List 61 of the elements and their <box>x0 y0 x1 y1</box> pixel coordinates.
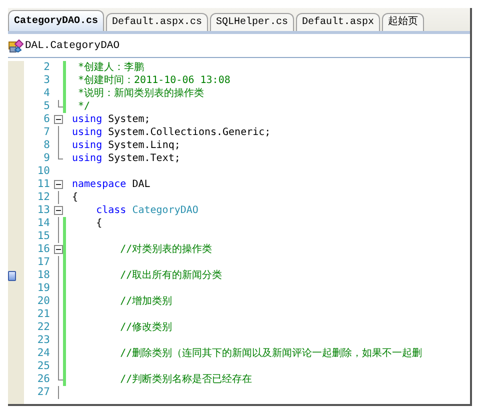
line-number: 9 <box>42 152 50 165</box>
line-number: 15 <box>36 230 50 243</box>
line-number: 20 <box>36 295 50 308</box>
line-number: 18 <box>36 269 50 282</box>
code-comment: */ <box>77 101 90 112</box>
line-number: 8 <box>42 139 50 152</box>
code-text: System.Linq; <box>107 140 180 151</box>
code-keyword: using <box>72 153 102 164</box>
collapse-icon[interactable] <box>54 204 63 217</box>
code-text: { <box>72 192 78 203</box>
collapse-icon[interactable] <box>54 243 63 256</box>
code-text: DAL <box>131 179 150 190</box>
code-comment: //删除类别（连同其下的新闻以及新闻评论一起删除，如果不一起删 <box>119 348 422 359</box>
collapse-icon[interactable] <box>54 178 63 191</box>
line-number: 4 <box>42 87 50 100</box>
code-comment: *创建人：李鹏 <box>77 62 144 73</box>
line-number: 5 <box>42 100 50 113</box>
class-icon <box>8 39 24 53</box>
file-tab[interactable]: 起始页 <box>382 13 424 31</box>
code-keyword: using <box>72 114 102 125</box>
code-keyword: using <box>72 127 102 138</box>
code-comment: //取出所有的新闻分类 <box>119 270 222 281</box>
file-tab[interactable]: Default.aspx.cs <box>106 13 208 31</box>
line-number: 23 <box>36 334 50 347</box>
class-dropdown[interactable]: DAL.CategoryDAO <box>8 39 120 53</box>
line-number: 25 <box>36 360 50 373</box>
file-tab[interactable]: Default.aspx <box>296 13 380 31</box>
file-tab[interactable]: SQLHelper.cs <box>210 13 294 31</box>
code-keyword: namespace <box>72 179 126 190</box>
line-number: 21 <box>36 308 50 321</box>
line-number: 6 <box>42 113 50 126</box>
line-number: 16 <box>36 243 50 256</box>
line-number: 22 <box>36 321 50 334</box>
collapse-icon[interactable] <box>54 113 63 126</box>
line-number: 3 <box>42 74 50 87</box>
line-number: 7 <box>42 126 50 139</box>
code-comment: //对类别表的操作类 <box>119 244 212 255</box>
code-comment: //判断类别名称是否已经存在 <box>119 374 252 385</box>
line-number: 27 <box>36 386 50 399</box>
line-number: 10 <box>36 165 50 178</box>
code-keyword: class <box>95 205 126 216</box>
line-number: 24 <box>36 347 50 360</box>
code-text: System.Collections.Generic; <box>107 127 271 138</box>
code-comment: *说明：新闻类别表的操作类 <box>77 88 204 99</box>
code-comment: //修改类别 <box>119 322 172 333</box>
line-number: 13 <box>36 204 50 217</box>
line-number: 14 <box>36 217 50 230</box>
line-number: 12 <box>36 191 50 204</box>
line-number: 26 <box>36 373 50 386</box>
code-text: { <box>95 218 102 229</box>
code-keyword: using <box>72 140 102 151</box>
file-tab[interactable]: CategoryDAO.cs <box>8 10 104 31</box>
code-comment: *创建时间：2011-10-06 13:08 <box>77 75 230 86</box>
code-text: System; <box>107 114 150 125</box>
line-number: 2 <box>42 61 50 74</box>
code-comment: //增加类别 <box>119 296 172 307</box>
line-number: 19 <box>36 282 50 295</box>
code-type-name: CategoryDAO <box>131 205 198 216</box>
code-text: System.Text; <box>107 153 180 164</box>
line-number: 17 <box>36 256 50 269</box>
line-number: 11 <box>36 178 50 191</box>
